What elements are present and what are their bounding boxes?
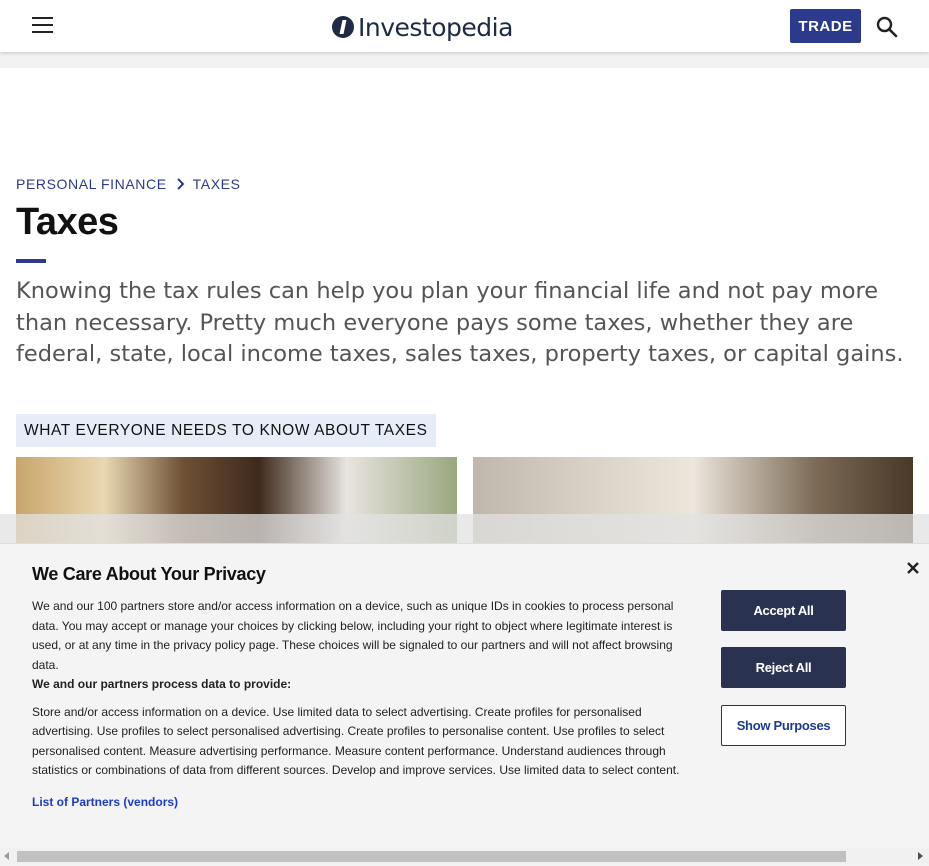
privacy-body: We and our 100 partners store and/or acc… <box>32 597 692 812</box>
privacy-purposes: Store and/or access information on a dev… <box>32 704 680 778</box>
privacy-consent-dialog: We Care About Your Privacy We and our 10… <box>0 543 929 866</box>
logo-text: Investopedia <box>358 12 513 42</box>
privacy-description: We and our 100 partners store and/or acc… <box>32 599 674 672</box>
breadcrumb-taxes[interactable]: TAXES <box>193 176 241 192</box>
scroll-right-arrow-icon[interactable] <box>918 852 923 860</box>
close-icon[interactable] <box>905 560 921 576</box>
title-underline <box>16 259 46 263</box>
partners-link[interactable]: List of Partners (vendors) <box>32 793 178 813</box>
logo-mark-icon <box>332 16 354 38</box>
privacy-subheading: We and our partners process data to prov… <box>32 677 292 691</box>
trade-button[interactable]: TRADE <box>790 9 861 43</box>
site-logo[interactable]: Investopedia <box>332 12 513 42</box>
section-label: WHAT EVERYONE NEEDS TO KNOW ABOUT TAXES <box>16 414 436 447</box>
header-band <box>0 52 929 68</box>
horizontal-scrollbar[interactable] <box>0 848 929 865</box>
show-purposes-button[interactable]: Show Purposes <box>721 705 846 746</box>
chevron-right-icon <box>176 178 185 190</box>
hamburger-menu-icon[interactable] <box>32 16 53 34</box>
scrollbar-thumb[interactable] <box>17 851 846 862</box>
breadcrumb: PERSONAL FINANCE TAXES <box>16 176 241 192</box>
site-header: Investopedia TRADE <box>0 0 929 52</box>
page-title: Taxes <box>16 201 119 243</box>
privacy-title: We Care About Your Privacy <box>32 564 266 584</box>
reject-all-button[interactable]: Reject All <box>721 647 846 688</box>
scroll-left-arrow-icon[interactable] <box>4 852 9 860</box>
breadcrumb-personal-finance[interactable]: PERSONAL FINANCE <box>16 176 167 192</box>
search-icon[interactable] <box>876 16 898 38</box>
image-overlay-strip <box>0 514 929 544</box>
intro-paragraph: Knowing the tax rules can help you plan … <box>16 278 904 367</box>
accept-all-button[interactable]: Accept All <box>721 590 846 631</box>
